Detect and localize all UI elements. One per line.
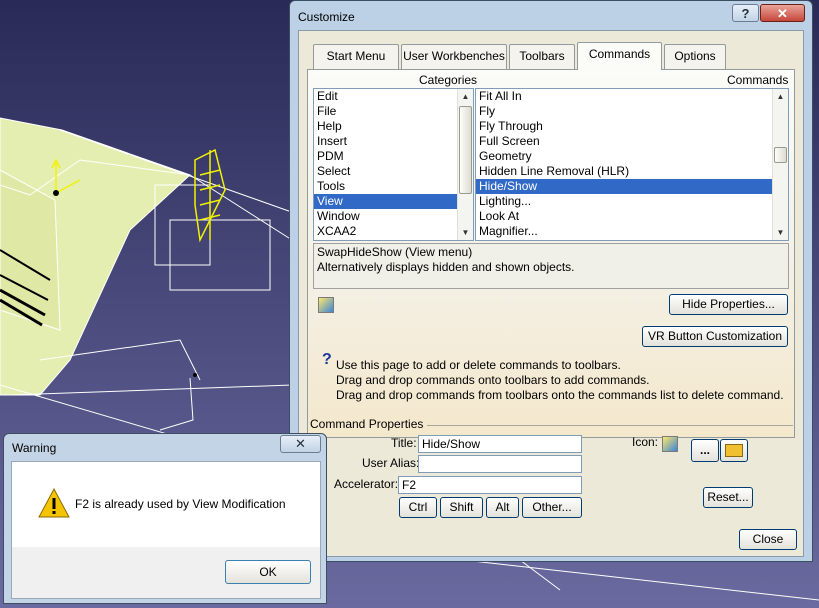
help-line-1: Use this page to add or delete commands … <box>336 358 621 372</box>
alt-button[interactable]: Alt <box>486 497 519 518</box>
commands-label: Commands <box>727 73 789 87</box>
command-description: SwapHideShow (View menu) Alternatively d… <box>313 243 789 289</box>
description-text: Alternatively displays hidden and shown … <box>317 260 575 274</box>
categories-item[interactable]: Help <box>314 119 473 134</box>
scroll-up-icon[interactable]: ▲ <box>458 89 473 104</box>
command-properties-label: Command Properties <box>310 417 424 431</box>
accelerator-label: Accelerator: <box>334 477 399 491</box>
scroll-thumb[interactable] <box>459 106 472 194</box>
warning-icon <box>38 488 70 518</box>
commands-item[interactable]: Magnifier... <box>476 224 788 239</box>
tab-options[interactable]: Options <box>664 44 726 69</box>
accelerator-input[interactable] <box>398 476 582 494</box>
warning-body: F2 is already used by View Modification … <box>11 461 321 599</box>
commands-item[interactable]: Geometry <box>476 149 788 164</box>
warning-close-button[interactable]: ✕ <box>280 435 321 453</box>
categories-label: Categories <box>419 73 478 87</box>
categories-item[interactable]: XCAA2 <box>314 224 473 239</box>
commands-item[interactable]: Look At <box>476 209 788 224</box>
command-icon <box>662 436 678 452</box>
user-alias-input[interactable] <box>418 455 582 473</box>
scroll-down-icon[interactable]: ▼ <box>458 225 473 240</box>
categories-item[interactable]: View <box>314 194 473 209</box>
command-icon-preview <box>318 297 334 313</box>
warning-message: F2 is already used by View Modification <box>75 497 286 511</box>
title-label: Title: <box>391 436 417 450</box>
shift-button[interactable]: Shift <box>440 497 483 518</box>
vr-button-customization-button[interactable]: VR Button Customization <box>642 326 788 347</box>
customize-dialog: Customize ? ✕ Start Menu User Workbenche… <box>289 0 813 562</box>
commands-item[interactable]: Fly Through <box>476 119 788 134</box>
close-button[interactable]: Close <box>739 529 797 550</box>
ok-button[interactable]: OK <box>225 560 311 584</box>
commands-list[interactable]: Fit All In Fly Fly Through Full Screen Geome… <box>475 88 789 241</box>
categories-item[interactable]: Edit <box>314 89 473 104</box>
help-question-icon: ? <box>322 351 332 368</box>
scroll-thumb[interactable] <box>774 147 787 163</box>
icon-label: Icon: <box>632 435 659 449</box>
categories-item[interactable]: Select <box>314 164 473 179</box>
help-line-2: Drag and drop commands onto toolbars to … <box>336 373 650 387</box>
dialog-body: Start Menu User Workbenches Toolbars Com… <box>298 30 804 557</box>
description-title: SwapHideShow (View menu) <box>317 245 473 259</box>
help-button[interactable]: ? <box>732 4 759 22</box>
browse-icon-button[interactable]: ... <box>691 439 719 462</box>
commands-item[interactable]: Fit All In <box>476 89 788 104</box>
commands-item[interactable]: Hide/Show <box>476 179 788 194</box>
warning-dialog: Warning ✕ F2 is already used by View Mod… <box>3 433 327 604</box>
help-line-3: Drag and drop commands from toolbars ont… <box>336 388 784 402</box>
other-button[interactable]: Other... <box>522 497 582 518</box>
ctrl-button[interactable]: Ctrl <box>399 497 437 518</box>
title-close-button[interactable]: ✕ <box>760 4 805 22</box>
tab-user-workbenches[interactable]: User Workbenches <box>401 44 507 69</box>
commands-item[interactable]: Hidden Line Removal (HLR) <box>476 164 788 179</box>
commands-scrollbar[interactable]: ▲ ▼ <box>772 89 788 240</box>
commands-item[interactable]: Fly <box>476 104 788 119</box>
categories-item[interactable]: PDM <box>314 149 473 164</box>
reset-button[interactable]: Reset... <box>703 487 753 508</box>
commands-item[interactable]: Full Screen <box>476 134 788 149</box>
categories-item[interactable]: Window <box>314 209 473 224</box>
tab-toolbars[interactable]: Toolbars <box>509 44 575 69</box>
commands-item[interactable]: Lighting... <box>476 194 788 209</box>
warning-footer: OK <box>12 547 320 598</box>
tab-commands[interactable]: Commands <box>577 42 662 70</box>
tab-start-menu[interactable]: Start Menu <box>313 44 399 69</box>
folder-icon-button[interactable] <box>720 439 748 462</box>
group-separator <box>427 425 793 426</box>
hide-properties-button[interactable]: Hide Properties... <box>669 294 788 315</box>
user-alias-label: User Alias: <box>362 456 420 470</box>
categories-item[interactable]: File <box>314 104 473 119</box>
scroll-up-icon[interactable]: ▲ <box>773 89 788 104</box>
warning-title: Warning <box>12 441 57 455</box>
title-input[interactable] <box>418 435 582 453</box>
folder-icon <box>725 444 743 457</box>
dialog-title: Customize <box>298 10 355 24</box>
categories-item[interactable]: Tools <box>314 179 473 194</box>
categories-item[interactable]: Insert <box>314 134 473 149</box>
categories-list[interactable]: Edit File Help Insert PDM Select Tools View Wind… <box>313 88 474 241</box>
categories-scrollbar[interactable]: ▲ ▼ <box>457 89 473 240</box>
scroll-down-icon[interactable]: ▼ <box>773 225 788 240</box>
